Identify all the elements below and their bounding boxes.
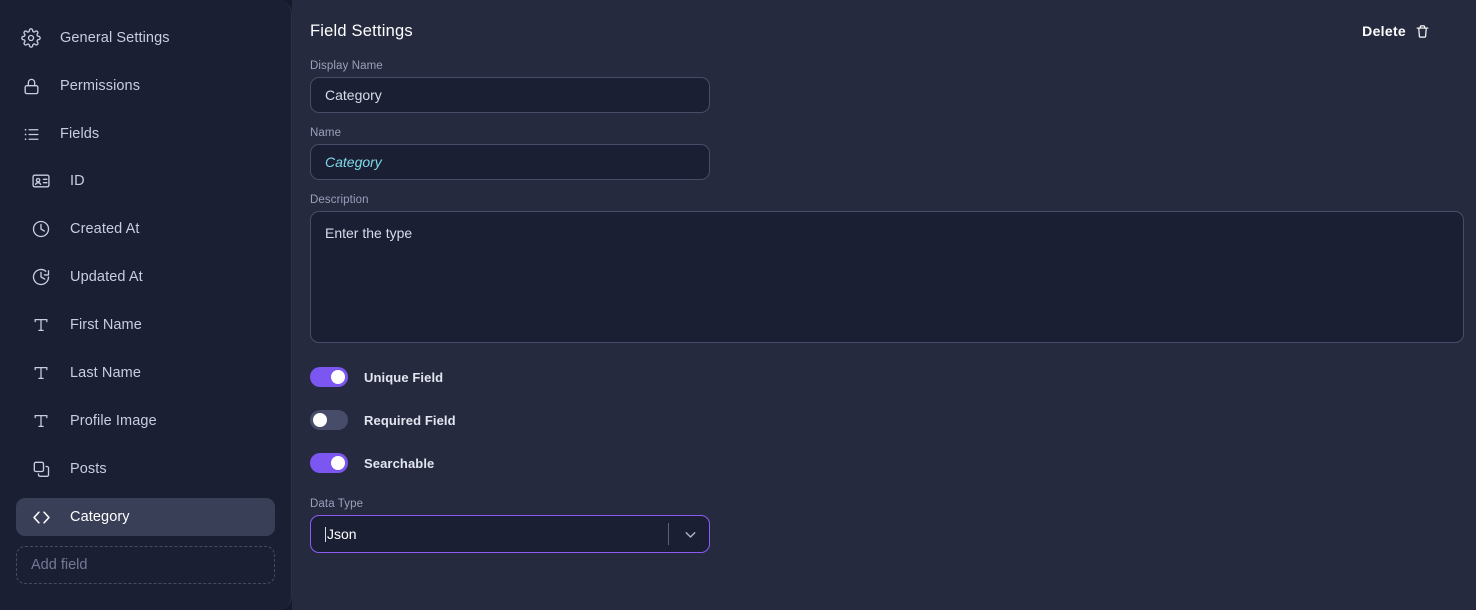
data-type-value: Json xyxy=(327,526,357,542)
clock-refresh-icon xyxy=(30,266,52,288)
sidebar-nav: General Settings Permissions Fields xyxy=(0,18,291,154)
name-input[interactable] xyxy=(310,144,710,180)
add-field-button[interactable]: Add field xyxy=(16,546,275,584)
toggle-knob xyxy=(331,370,345,384)
required-field-toggle[interactable] xyxy=(310,410,348,430)
sidebar-item-label: Last Name xyxy=(70,365,142,381)
sidebar-item-first-name[interactable]: First Name xyxy=(16,306,275,344)
toggle-knob xyxy=(331,456,345,470)
sidebar-item-created-at[interactable]: Created At xyxy=(16,210,275,248)
page-title: Field Settings xyxy=(310,21,413,40)
select-divider xyxy=(668,523,669,545)
unique-field-label: Unique Field xyxy=(364,369,444,385)
lock-icon xyxy=(20,75,42,97)
app-root: General Settings Permissions Fields ID C… xyxy=(0,0,1476,610)
name-label: Name xyxy=(310,127,342,139)
sidebar-item-fields[interactable]: Fields xyxy=(0,114,291,154)
sidebar-item-profile-image[interactable]: Profile Image xyxy=(16,402,275,440)
sidebar: General Settings Permissions Fields ID C… xyxy=(0,0,292,610)
sidebar-item-category[interactable]: Category xyxy=(16,498,275,536)
sidebar-item-label: ID xyxy=(70,173,85,189)
field-settings-form: Display Name Name Description Enter the … xyxy=(310,48,1464,553)
id-card-icon xyxy=(30,170,52,192)
delete-button-label: Delete xyxy=(1362,23,1406,39)
toggle-group: Unique Field Required Field Searchable xyxy=(310,364,1464,476)
display-name-label: Display Name xyxy=(310,60,383,72)
sidebar-item-label: Permissions xyxy=(60,78,141,94)
sidebar-item-id[interactable]: ID xyxy=(16,162,275,200)
name-block: Name xyxy=(310,127,1464,180)
chevron-down-icon[interactable] xyxy=(671,526,709,543)
clock-icon xyxy=(30,218,52,240)
searchable-label: Searchable xyxy=(364,455,435,471)
sidebar-item-general-settings[interactable]: General Settings xyxy=(0,18,291,58)
data-type-value-wrap: Json xyxy=(311,526,668,542)
sidebar-item-permissions[interactable]: Permissions xyxy=(0,66,291,106)
sidebar-item-last-name[interactable]: Last Name xyxy=(16,354,275,392)
display-name-input[interactable] xyxy=(310,77,710,113)
searchable-row: Searchable xyxy=(310,450,1464,476)
text-icon xyxy=(30,314,52,336)
sidebar-item-label: First Name xyxy=(70,317,142,333)
data-type-select[interactable]: Json xyxy=(310,515,710,553)
sidebar-item-label: Profile Image xyxy=(70,413,157,429)
sidebar-item-updated-at[interactable]: Updated At xyxy=(16,258,275,296)
main-panel: Field Settings Delete Display Name Name xyxy=(292,0,1476,610)
unique-field-toggle[interactable] xyxy=(310,367,348,387)
data-type-label: Data Type xyxy=(310,498,364,510)
code-icon xyxy=(30,506,52,528)
copy-icon xyxy=(30,458,52,480)
sidebar-item-label: Fields xyxy=(60,126,100,142)
add-field-label: Add field xyxy=(31,557,88,573)
toggle-knob xyxy=(313,413,327,427)
display-name-block: Display Name xyxy=(310,60,1464,113)
description-textarea[interactable]: Enter the type xyxy=(310,211,1464,343)
list-icon xyxy=(20,123,42,145)
sidebar-item-posts[interactable]: Posts xyxy=(16,450,275,488)
searchable-toggle[interactable] xyxy=(310,453,348,473)
sidebar-item-label: Created At xyxy=(70,221,140,237)
sidebar-item-label: Category xyxy=(70,509,130,525)
required-field-label: Required Field xyxy=(364,412,456,428)
gear-icon xyxy=(20,27,42,49)
text-icon xyxy=(30,362,52,384)
data-type-block: Data Type Json xyxy=(310,498,1464,553)
sidebar-item-label: Posts xyxy=(70,461,107,477)
sidebar-field-list: ID Created At Updated At First Name Last… xyxy=(0,162,291,536)
sidebar-item-label: General Settings xyxy=(60,30,170,46)
sidebar-item-label: Updated At xyxy=(70,269,143,285)
required-field-row: Required Field xyxy=(310,407,1464,433)
unique-field-row: Unique Field xyxy=(310,364,1464,390)
description-block: Description Enter the type xyxy=(310,194,1464,348)
main-header: Field Settings Delete xyxy=(310,14,1464,48)
text-icon xyxy=(30,410,52,432)
delete-button[interactable]: Delete xyxy=(1362,23,1430,39)
trash-icon xyxy=(1415,24,1430,39)
description-label: Description xyxy=(310,194,369,206)
text-caret xyxy=(325,526,326,542)
